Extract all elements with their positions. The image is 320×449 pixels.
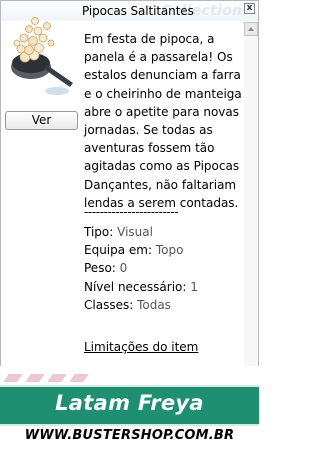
close-icon: x xyxy=(246,3,253,13)
property-equip-slot: Equipa em: Topo xyxy=(84,241,198,259)
property-classes: Classes: Todas xyxy=(84,296,198,314)
shadow-splash xyxy=(45,87,69,95)
separator-line: ------------------------ xyxy=(84,205,179,219)
item-properties: Tipo: Visual Equipa em: Topo Peso: 0 Nív… xyxy=(84,223,198,314)
scroll-up-icon[interactable] xyxy=(244,22,258,36)
property-label: Classes: xyxy=(84,297,134,312)
stripe-decoration xyxy=(47,374,67,382)
popcorn-kernels xyxy=(13,17,55,63)
banner-website: WWW.BUSTERSHOP.COM.BR xyxy=(24,428,235,443)
item-info-window: Collections Pipocas Saltitantes x Ver Em… xyxy=(0,0,259,386)
property-label: Nível necessário: xyxy=(84,279,187,294)
property-value: 1 xyxy=(190,279,198,294)
pan-handle xyxy=(44,65,73,87)
property-required-level: Nível necessário: 1 xyxy=(84,278,198,296)
property-label: Peso: xyxy=(84,261,116,276)
property-value: Visual xyxy=(117,225,153,239)
property-value: Topo xyxy=(155,243,184,258)
property-label: Tipo: xyxy=(84,225,114,239)
property-type: Tipo: Visual xyxy=(84,223,198,241)
property-label: Equipa em: xyxy=(84,243,153,258)
window-title: Pipocas Saltitantes xyxy=(82,4,194,18)
stripe-decoration xyxy=(3,374,23,382)
popcorn-pan-icon xyxy=(11,17,73,95)
item-limits-link[interactable]: Limitações do item xyxy=(84,340,198,354)
property-value: 0 xyxy=(119,261,128,276)
stripe-decoration xyxy=(25,374,45,382)
view-button[interactable]: Ver xyxy=(5,111,78,130)
description-panel: Em festa de pipoca, a panela é a passare… xyxy=(82,22,242,362)
server-banner: Latam Freya xyxy=(0,385,259,426)
vertical-scrollbar[interactable] xyxy=(244,22,258,384)
property-value: Todas xyxy=(137,297,171,312)
banner-title: Latam Freya xyxy=(55,391,204,415)
property-weight: Peso: 0 xyxy=(84,259,198,277)
stripe-decoration xyxy=(69,374,89,382)
item-description: Em festa de pipoca, a panela é a passare… xyxy=(84,32,242,210)
close-button[interactable]: x xyxy=(244,3,255,14)
banner-stripes xyxy=(0,366,259,386)
